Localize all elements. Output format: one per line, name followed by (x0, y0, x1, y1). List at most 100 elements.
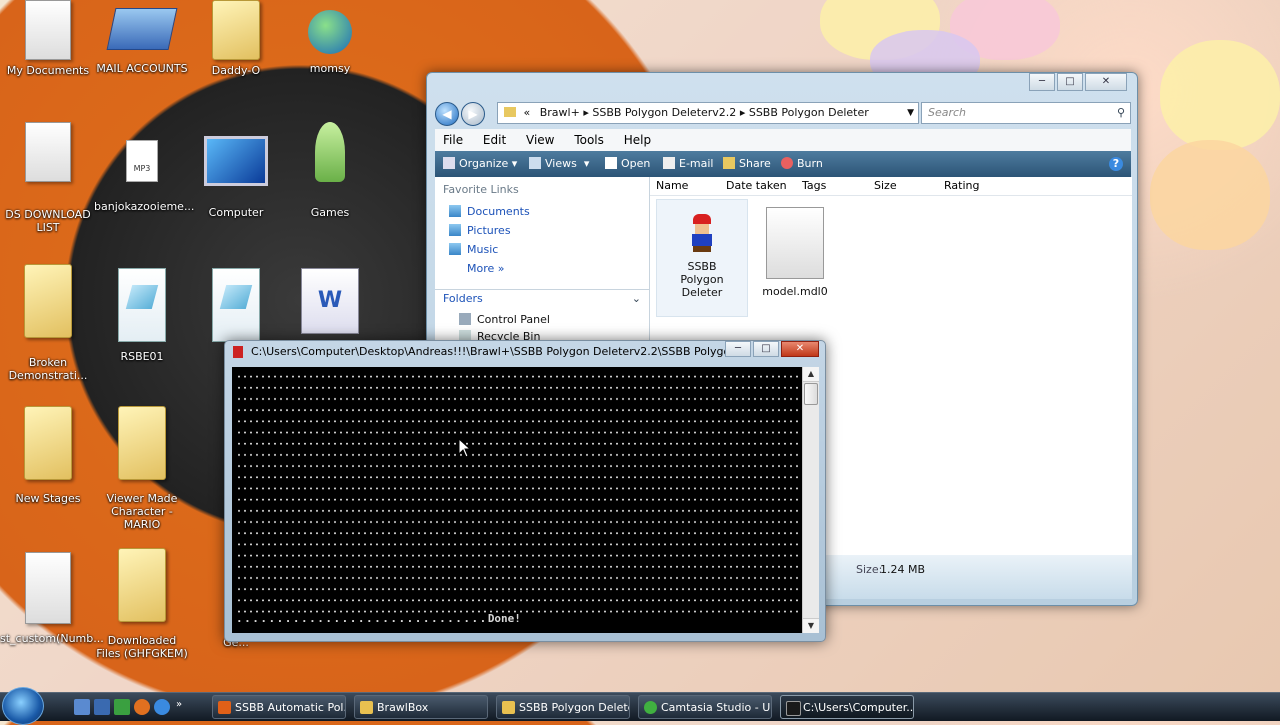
desktop-icon-label: st_custom(Numb... (0, 632, 104, 645)
scroll-down-arrow-icon[interactable]: ▼ (803, 618, 819, 633)
internet-explorer-icon[interactable] (154, 699, 170, 715)
back-button[interactable]: ◀ (435, 102, 459, 126)
desktop-icon-banjo[interactable]: MP3 banjokazooieme... (94, 140, 195, 213)
desktop-icon-label: Computer (208, 206, 264, 219)
minimize-button[interactable]: ─ (1029, 73, 1055, 91)
search-icon[interactable]: ⚲ (1117, 103, 1125, 123)
desktop-icon-new-stages[interactable]: New Stages (0, 406, 96, 505)
taskbar-item-ssbb-polygon-deleter[interactable]: SSBB Polygon Deleter (496, 695, 630, 719)
command-bar: Organize ▾ Views ▾ Open E-mail Share Bur… (435, 151, 1131, 177)
menu-bar: File Edit View Tools Help (435, 129, 1131, 151)
task-label: SSBB Automatic Pol... (235, 701, 346, 714)
column-headers: Name Date taken Tags Size Rating (650, 177, 1132, 196)
desktop-icon-computer[interactable]: Computer (188, 136, 284, 219)
search-input[interactable]: Search ⚲ (921, 102, 1131, 124)
desktop-icon-viewer-made-character[interactable]: Viewer Made Character - MARIO (94, 406, 190, 531)
address-dropdown-icon[interactable]: ▼ (907, 103, 914, 123)
task-label: Camtasia Studio - U... (661, 701, 772, 714)
scroll-thumb[interactable] (804, 383, 818, 405)
menu-edit[interactable]: Edit (483, 133, 506, 147)
breadcrumb-overflow[interactable]: « (524, 106, 531, 119)
folders-header[interactable]: Folders ⌄ (435, 289, 649, 307)
desktop-icon-label: My Documents (6, 64, 90, 77)
file-label: model.mdl0 (762, 285, 828, 298)
start-button[interactable] (2, 687, 44, 725)
forward-button[interactable]: ▶ (461, 102, 485, 126)
desktop-icon-word-doc[interactable]: W (282, 268, 378, 338)
firefox-icon[interactable] (134, 699, 150, 715)
taskbar-item-console[interactable]: C:\Users\Computer... (780, 695, 914, 719)
share-button[interactable]: Share (723, 151, 771, 177)
desktop-icon-label: RSBE01 (120, 350, 164, 363)
desktop-icon-mail-accounts[interactable]: MAIL ACCOUNTS (94, 0, 190, 75)
quicklaunch-app-icon[interactable] (114, 699, 130, 715)
desktop-icon-label: momsy (309, 62, 351, 75)
favorite-link-more[interactable]: More » (435, 259, 649, 278)
column-rating[interactable]: Rating (944, 177, 979, 195)
desktop-icon-downloaded-files[interactable]: Downloaded Files (GHFGKEM) (94, 548, 190, 660)
console-window[interactable]: C:\Users\Computer\Desktop\Andreas!!!\Bra… (224, 340, 826, 642)
desktop-icon-st-custom[interactable]: st_custom(Numb... (0, 552, 104, 645)
column-tags[interactable]: Tags (802, 177, 826, 195)
task-label: BrawlBox (377, 701, 429, 714)
file-label: SSBB Polygon Deleter (680, 260, 724, 299)
menu-view[interactable]: View (526, 133, 554, 147)
app-icon (218, 701, 231, 714)
taskbar-item-brawlbox[interactable]: BrawlBox (354, 695, 488, 719)
show-desktop-icon[interactable] (74, 699, 90, 715)
switch-windows-icon[interactable] (94, 699, 110, 715)
console-app-icon (233, 346, 243, 358)
help-icon[interactable]: ? (1109, 157, 1123, 171)
file-icon (25, 552, 71, 624)
link-label: More (467, 262, 495, 275)
desktop-icon-rsbe01[interactable]: RSBE01 (94, 268, 190, 363)
tree-item-control-panel[interactable]: Control Panel (459, 313, 550, 326)
desktop-icon-broken-demonstration[interactable]: Broken Demonstrati... (0, 264, 96, 382)
file-item-ssbb-polygon-deleter[interactable]: SSBB Polygon Deleter (656, 199, 748, 317)
desktop-icon-label: New Stages (15, 492, 81, 505)
console-output[interactable]: ...............................Done! (232, 367, 802, 633)
file-item-model-mdl0[interactable]: model.mdl0 (750, 199, 840, 298)
taskbar-item-ssbb-automatic[interactable]: SSBB Automatic Pol... (212, 695, 346, 719)
breadcrumb-item[interactable]: Brawl+ (540, 106, 580, 119)
views-icon (529, 157, 541, 169)
breadcrumb-item[interactable]: SSBB Polygon Deleterv2.2 (592, 106, 736, 119)
favorite-link-music[interactable]: Music (435, 240, 649, 259)
favorite-link-pictures[interactable]: Pictures (435, 221, 649, 240)
share-icon (723, 157, 735, 169)
views-button[interactable]: Views ▾ (529, 151, 589, 177)
desktop-icon-daddy-o[interactable]: Daddy-O (188, 0, 284, 77)
maximize-button[interactable]: □ (1057, 73, 1083, 91)
desktop-icon-ds-download-list[interactable]: DS DOWNLOAD LIST (0, 122, 96, 234)
task-label: SSBB Polygon Deleter (519, 701, 630, 714)
address-field[interactable]: « Brawl+ ▸ SSBB Polygon Deleterv2.2 ▸ SS… (497, 102, 919, 124)
breadcrumb-item[interactable]: SSBB Polygon Deleter (749, 106, 869, 119)
quicklaunch-more-icon[interactable]: » (176, 699, 186, 715)
desktop-icon-label: banjokazooieme... (94, 200, 195, 213)
taskbar-item-camtasia[interactable]: Camtasia Studio - U... (638, 695, 772, 719)
menu-help[interactable]: Help (624, 133, 651, 147)
column-size[interactable]: Size (874, 177, 897, 195)
folder-icon (24, 264, 72, 338)
organize-button[interactable]: Organize ▾ (443, 151, 517, 177)
desktop-icon-games[interactable]: Games (282, 122, 378, 219)
close-button[interactable]: ✕ (781, 341, 819, 357)
console-scrollbar[interactable]: ▲ ▼ (802, 367, 819, 633)
close-button[interactable]: ✕ (1085, 73, 1127, 91)
email-button[interactable]: E-mail (663, 151, 714, 177)
favorite-link-documents[interactable]: Documents (435, 202, 649, 221)
burn-button[interactable]: Burn (781, 151, 823, 177)
scroll-up-arrow-icon[interactable]: ▲ (803, 367, 819, 382)
menu-file[interactable]: File (443, 133, 463, 147)
column-name[interactable]: Name (656, 177, 688, 195)
open-button[interactable]: Open (605, 151, 650, 177)
column-date-taken[interactable]: Date taken (726, 177, 787, 195)
maximize-button[interactable]: □ (753, 341, 779, 357)
desktop-icon-my-documents[interactable]: My Documents (0, 0, 96, 77)
console-dots-text: ............................... (236, 612, 488, 625)
minimize-button[interactable]: ─ (725, 341, 751, 357)
chevron-up-icon[interactable]: ⌄ (632, 290, 641, 308)
pictures-icon (449, 224, 461, 236)
menu-tools[interactable]: Tools (574, 133, 604, 147)
desktop-icon-momsy[interactable]: momsy (282, 0, 378, 75)
